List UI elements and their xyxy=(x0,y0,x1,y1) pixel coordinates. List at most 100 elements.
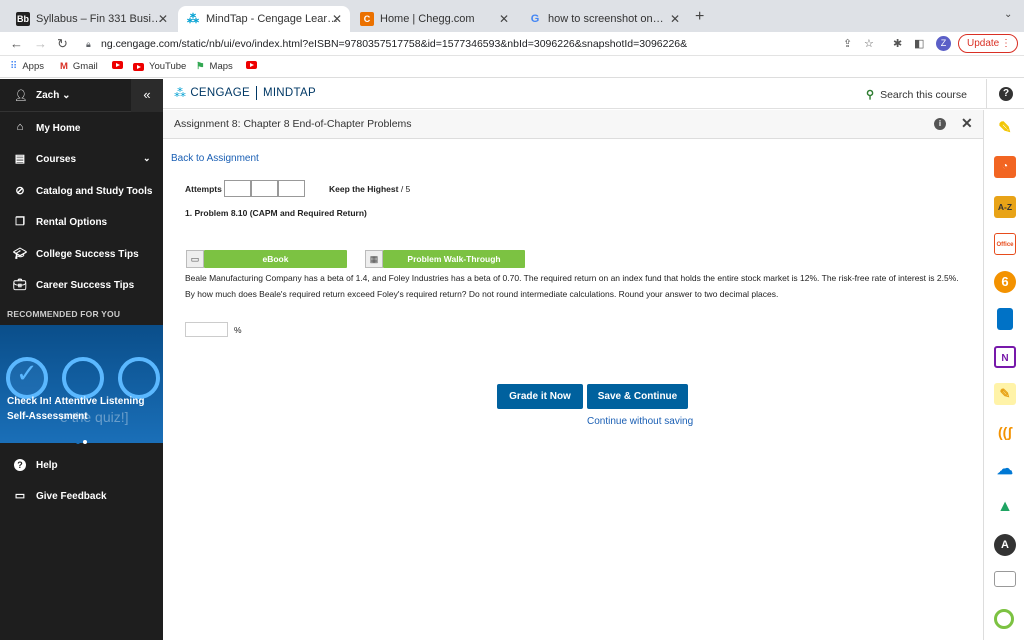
keep-highest: Keep the Highest / 5 xyxy=(329,184,410,194)
address-bar-row: ← → ↻ 🔒︎ ng.cengage.com/static/nb/ui/evo/… xyxy=(0,32,1024,56)
extensions-icon[interactable]: ✱ xyxy=(893,37,902,50)
a-z-icon[interactable]: A-Z xyxy=(994,196,1016,218)
tab-google-search[interactable]: G how to screenshot on macbook ✕ xyxy=(520,6,688,32)
onenote-icon[interactable]: N xyxy=(994,346,1016,368)
notebook-icon[interactable] xyxy=(997,308,1013,330)
google-icon: G xyxy=(530,13,540,25)
sidebar-item-career-tips[interactable]: 💼︎ Career Success Tips xyxy=(0,270,163,300)
bookmark-star-icon[interactable]: ☆ xyxy=(864,37,874,50)
user-menu[interactable]: 👤︎ Zach ⌄ « xyxy=(0,79,163,112)
problem-text: Beale Manufacturing Company has a beta o… xyxy=(185,273,959,299)
collapse-sidebar-button[interactable]: « xyxy=(131,79,163,112)
close-icon[interactable]: ✕ xyxy=(670,12,680,26)
circle-icon xyxy=(118,357,160,399)
help-icon: ? xyxy=(14,459,26,471)
assignment-header: Assignment 8: Chapter 8 End-of-Chapter P… xyxy=(163,110,983,139)
tab-mindtap[interactable]: ⁂ MindTap - Cengage Learning ✕ xyxy=(178,6,350,32)
sidebar-item-my-home[interactable]: ⌂ My Home xyxy=(0,113,163,143)
carousel-dot[interactable] xyxy=(76,440,80,444)
tab-search-chevron-icon[interactable]: ⌄ xyxy=(1004,9,1012,20)
google-drive-icon[interactable]: ▲ xyxy=(994,496,1016,518)
attempts-label: Attempts xyxy=(185,184,222,194)
tab-label: Home | Chegg.com xyxy=(380,13,475,25)
bookmark-maps[interactable]: ⚑ Maps xyxy=(196,61,233,72)
notes-icon[interactable]: ✎ xyxy=(994,383,1016,405)
bookmark-apps[interactable]: ⠿ Apps xyxy=(10,61,44,72)
info-icon[interactable]: i xyxy=(934,118,946,130)
sidebar-item-courses[interactable]: ▤ Courses ⌄ xyxy=(0,144,163,174)
apps-grid-icon: ⠿ xyxy=(10,61,18,72)
update-button[interactable]: Update ⋮ xyxy=(958,34,1018,53)
recommended-banner[interactable]: ✓ Check In! Attentive Listening e the qu… xyxy=(0,325,163,443)
bookmark-youtube-1[interactable] xyxy=(112,61,123,69)
update-label: Update xyxy=(967,38,1000,49)
bookmark-label: Gmail xyxy=(72,61,98,72)
bookmark-gmail[interactable]: M Gmail xyxy=(60,61,98,72)
back-to-assignment-link[interactable]: Back to Assignment xyxy=(171,153,259,164)
ebook-button[interactable]: eBook xyxy=(204,250,347,268)
pencil-icon[interactable]: ✎ xyxy=(994,118,1016,140)
assignment-title: Assignment 8: Chapter 8 End-of-Chapter P… xyxy=(174,118,412,130)
sidebar-item-help[interactable]: ? Help xyxy=(0,450,163,480)
continue-without-saving-link[interactable]: Continue without saving xyxy=(587,416,693,427)
close-icon[interactable]: ✕ xyxy=(499,12,509,26)
bookmark-youtube[interactable]: YouTube xyxy=(133,61,186,72)
new-tab-button[interactable]: + xyxy=(695,8,704,26)
mindtap-header: ⁂ CENGAGE MINDTAP ⚲ Search this course ? xyxy=(163,79,1024,109)
grade-it-now-button[interactable]: Grade it Now xyxy=(497,384,583,409)
maps-icon: ⚑ xyxy=(196,61,205,72)
reload-icon[interactable]: ↻ xyxy=(57,36,68,52)
flashcards-icon[interactable] xyxy=(994,571,1016,587)
sidebar-item-label: Give Feedback xyxy=(36,491,107,502)
graduation-cap-icon: 🎓︎ xyxy=(13,248,27,260)
tab-chegg[interactable]: C Home | Chegg.com ✕ xyxy=(352,6,517,32)
keep-label: Keep the Highest xyxy=(329,184,399,194)
close-icon[interactable]: ✕ xyxy=(332,12,342,26)
cengage-logo-icon: ⁂ xyxy=(174,86,187,100)
brand-right: MINDTAP xyxy=(262,87,316,99)
tab-syllabus[interactable]: Bb Syllabus – Fin 331 Business Fin ✕ xyxy=(8,6,176,32)
save-continue-button[interactable]: Save & Continue xyxy=(587,384,688,409)
problem-walkthrough-button[interactable]: Problem Walk-Through xyxy=(383,250,525,268)
sidebar-item-college-tips[interactable]: 🎓︎ College Success Tips xyxy=(0,239,163,269)
user-icon: 👤︎ xyxy=(14,90,28,102)
bookmark-label: Apps xyxy=(22,61,44,72)
sidebar-item-label: Career Success Tips xyxy=(36,280,135,291)
help-icon: ? xyxy=(999,87,1013,101)
cengage-mindtap-logo[interactable]: ⁂ CENGAGE MINDTAP xyxy=(174,86,316,100)
six-icon[interactable]: 6 xyxy=(994,271,1016,293)
bookmarks-bar: ⠿ Apps M Gmail YouTube ⚑ Maps xyxy=(0,57,1024,78)
course-search[interactable]: ⚲ Search this course xyxy=(866,88,967,101)
sidebar-item-feedback[interactable]: ▭ Give Feedback xyxy=(0,481,163,511)
left-sidebar: 👤︎ Zach ⌄ « ⌂ My Home ▤ Courses ⌄ ⊘ Cata… xyxy=(0,79,163,640)
readspeaker-icon[interactable]: ((ʃ xyxy=(994,421,1016,443)
bookmark-youtube-2[interactable] xyxy=(246,61,257,69)
ebook-icon[interactable]: ▭ xyxy=(186,250,204,268)
home-icon: ⌂ xyxy=(16,121,24,133)
answer-input[interactable] xyxy=(185,322,228,337)
sidebar-item-rental[interactable]: ❐ Rental Options xyxy=(0,207,163,237)
url-field[interactable]: 🔒︎ ng.cengage.com/static/nb/ui/evo/index.… xyxy=(86,35,906,53)
walkthrough-icon[interactable]: ▦ xyxy=(365,250,383,268)
forward-arrow-icon[interactable]: → xyxy=(34,36,47,51)
a-icon[interactable]: A xyxy=(994,534,1016,556)
circle-icon[interactable] xyxy=(994,609,1014,629)
side-panel-icon[interactable]: ◧ xyxy=(914,37,924,50)
rss-icon[interactable]: ◔ xyxy=(994,156,1016,178)
share-icon[interactable]: ⇪ xyxy=(843,37,852,50)
close-icon[interactable]: ✕ xyxy=(158,12,168,26)
sidebar-item-catalog[interactable]: ⊘ Catalog and Study Tools xyxy=(0,176,163,206)
help-button[interactable]: ? xyxy=(986,79,1024,109)
office-icon[interactable]: Office xyxy=(994,233,1016,255)
close-icon[interactable]: ✕ xyxy=(961,115,973,132)
carousel-dot-active[interactable] xyxy=(83,440,87,444)
youtube-icon xyxy=(112,61,123,69)
profile-avatar[interactable]: Z xyxy=(936,36,951,51)
back-arrow-icon[interactable]: ← xyxy=(10,36,23,51)
app-dock: ✎ ◔ A-Z Office 6 N ✎ ((ʃ ☁ ▲ A xyxy=(983,110,1024,640)
cloud-icon[interactable]: ☁ xyxy=(994,459,1016,481)
carousel-dots[interactable] xyxy=(76,431,90,449)
user-name: Zach ⌄ xyxy=(36,90,71,101)
unit-label: % xyxy=(234,325,242,335)
bookmark-label: YouTube xyxy=(149,61,187,72)
